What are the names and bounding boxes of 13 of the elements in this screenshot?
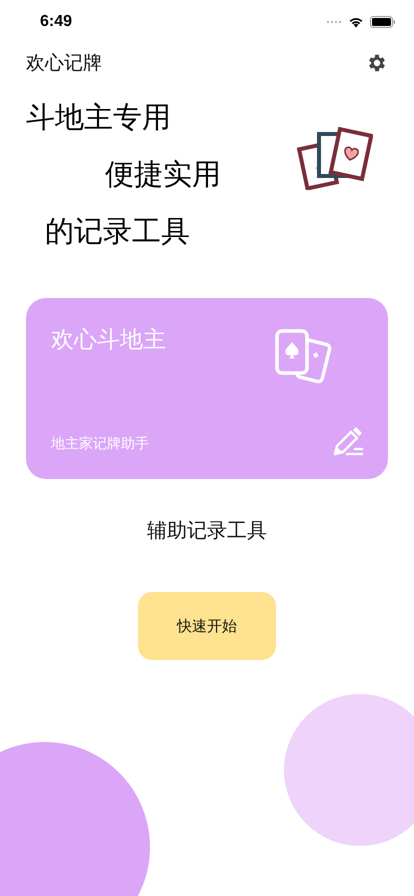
battery-icon bbox=[370, 16, 396, 28]
wifi-icon bbox=[348, 16, 364, 28]
signal-icon bbox=[326, 20, 342, 24]
card-title: 欢心斗地主 bbox=[51, 326, 166, 355]
caption-text: 辅助记录工具 bbox=[146, 517, 268, 544]
headline-text: 的记录工具 bbox=[45, 214, 190, 248]
start-button[interactable]: 快速开始 bbox=[138, 592, 276, 660]
app-title: 欢心记牌 bbox=[26, 51, 102, 76]
card-subtitle: 地主家记牌助手 bbox=[51, 435, 149, 453]
status-time: 6:49 bbox=[40, 13, 72, 31]
headline-text: 斗地主专用 bbox=[26, 100, 171, 134]
headline-text: 便捷实用 bbox=[105, 157, 221, 191]
playing-cards-icon bbox=[295, 124, 373, 190]
